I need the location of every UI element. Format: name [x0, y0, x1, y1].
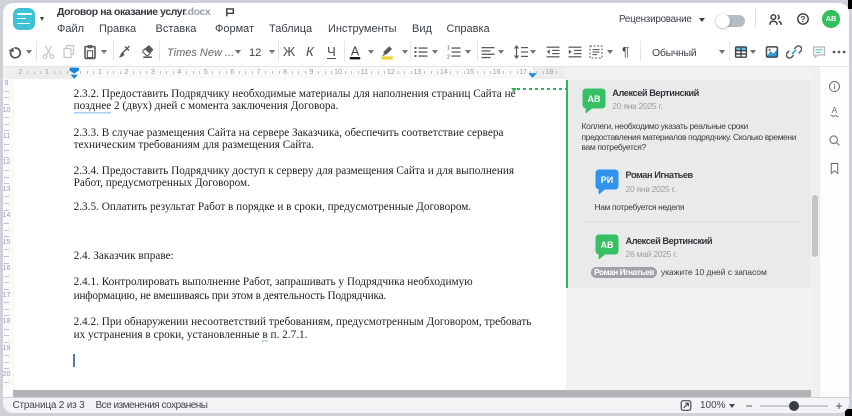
svg-text:1: 1 [447, 45, 450, 51]
svg-text:А: А [831, 105, 837, 115]
svg-text:РИ: РИ [600, 175, 612, 185]
svg-text:АВ: АВ [600, 240, 613, 250]
svg-text:А: А [351, 45, 360, 59]
svg-text:АВ: АВ [587, 94, 600, 104]
svg-text:?: ? [801, 15, 806, 24]
svg-text:2: 2 [447, 55, 450, 60]
